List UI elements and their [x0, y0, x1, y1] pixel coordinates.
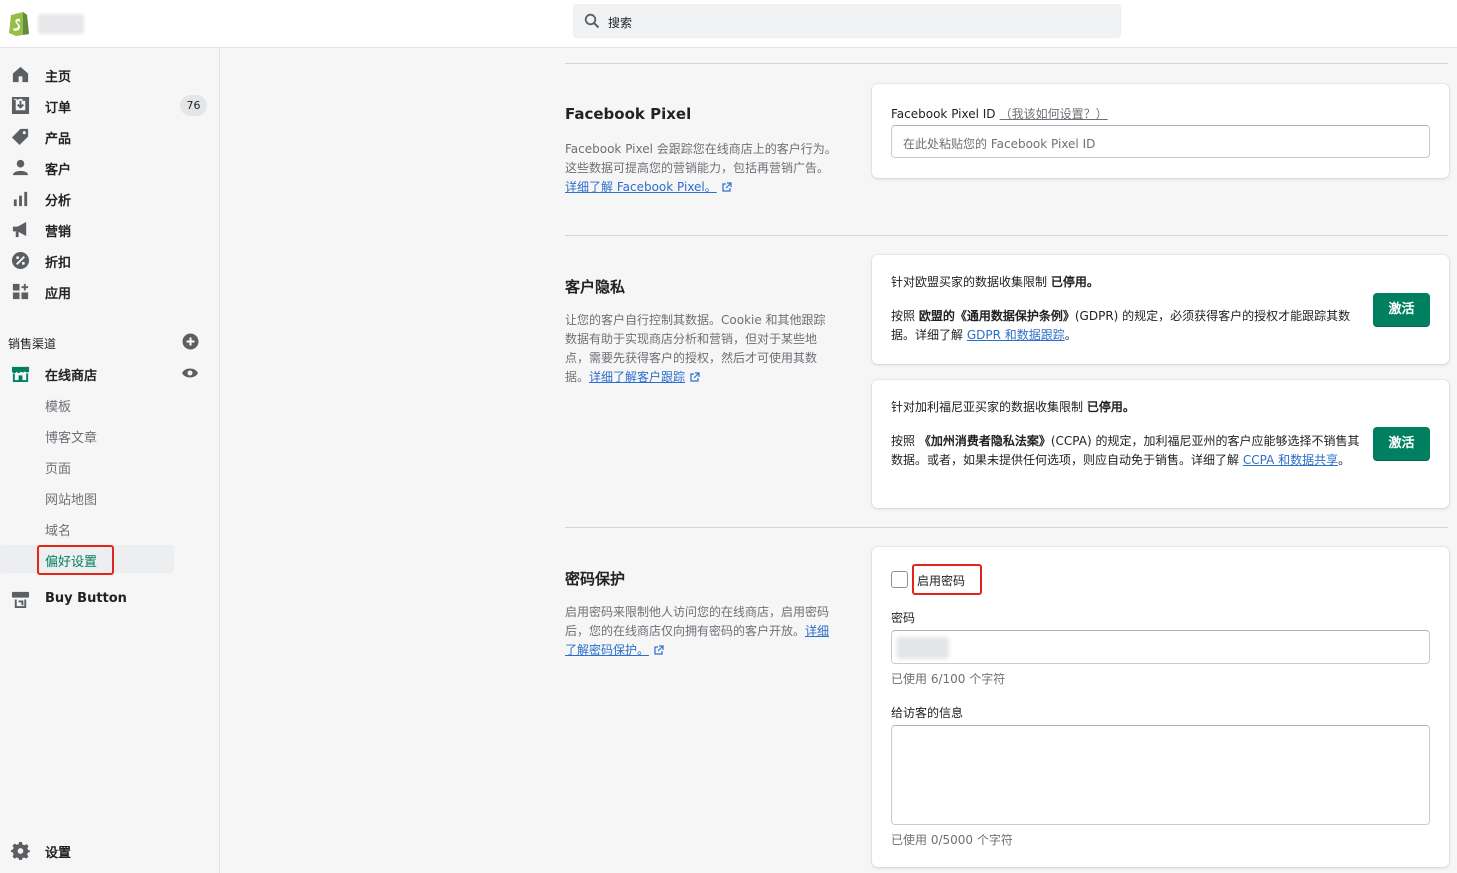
- sidebar-item-marketing[interactable]: 营销: [0, 214, 220, 244]
- discount-icon: [11, 251, 30, 270]
- pixel-id-input[interactable]: 在此处粘贴您的 Facebook Pixel ID: [891, 125, 1430, 158]
- search-input[interactable]: 搜索: [608, 14, 632, 31]
- store-icon: [11, 366, 30, 383]
- top-bar: 搜索: [0, 0, 1457, 48]
- sidebar-item-orders[interactable]: 订单 76: [0, 90, 220, 120]
- sidebar-item-label: 订单: [45, 101, 72, 116]
- sidebar-subitem-domains[interactable]: 域名: [0, 514, 220, 542]
- password-value-blurred: [897, 637, 949, 659]
- password-card: 启用密码 密码 已使用 6/100 个字符 给访客的信息 已使用 0/5000 …: [872, 547, 1449, 867]
- sidebar-item-products[interactable]: 产品: [0, 121, 220, 151]
- password-protection-description: 启用密码来限制他人访问您的在线商店，启用密码后，您的在线商店仅向拥有密码的客户开…: [565, 605, 830, 657]
- external-link-icon: [654, 645, 664, 655]
- ccpa-body: 按照 《加州消费者隐私法案》(CCPA) 的规定，加利福尼亚州的客户应能够选择不…: [891, 434, 1360, 467]
- megaphone-icon: [12, 221, 27, 238]
- eye-icon[interactable]: [181, 366, 199, 380]
- gdpr-card: 针对欧盟买家的数据收集限制 已停用。 按照 欧盟的《通用数据保护条例》(GDPR…: [872, 255, 1449, 364]
- tag-icon: [11, 128, 29, 146]
- orders-count-badge: 76: [180, 95, 207, 116]
- sidebar-item-label: 客户: [45, 163, 72, 178]
- facebook-pixel-card: Facebook Pixel ID （我该如何设置？） 在此处粘贴您的 Faceb…: [872, 84, 1449, 178]
- activate-gdpr-button[interactable]: 激活: [1373, 293, 1430, 327]
- buy-button-icon: [11, 591, 30, 609]
- enable-password-checkbox[interactable]: [891, 571, 908, 588]
- sidebar-item-apps[interactable]: 应用: [0, 276, 220, 306]
- sidebar-item-label: 主页: [45, 70, 72, 85]
- search-icon: [584, 13, 600, 29]
- sidebar-item-label: Buy Button: [45, 591, 127, 606]
- ccpa-status: 已停用。: [1086, 400, 1135, 414]
- gdpr-status: 已停用。: [1050, 275, 1099, 289]
- ccpa-link[interactable]: CCPA 和数据共享: [1243, 453, 1338, 467]
- facebook-pixel-description: Facebook Pixel 会跟踪您在线商店上的客户行为。这些数据可提高您的营…: [565, 142, 837, 194]
- pixel-id-label: Facebook Pixel ID （我该如何设置？）: [891, 107, 1108, 121]
- sidebar-item-settings[interactable]: 设置: [0, 835, 220, 865]
- activate-ccpa-button[interactable]: 激活: [1373, 427, 1430, 461]
- privacy-learn-more-link[interactable]: 详细了解客户跟踪: [589, 370, 685, 384]
- facebook-pixel-title: Facebook Pixel: [565, 105, 692, 123]
- sidebar-item-label: 折扣: [45, 256, 72, 271]
- store-name-blurred[interactable]: [38, 14, 84, 34]
- preferences-highlight-box: [37, 545, 114, 575]
- ccpa-heading: 针对加利福尼亚买家的数据收集限制 已停用。: [891, 400, 1135, 414]
- sidebar-item-discounts[interactable]: 折扣: [0, 245, 220, 275]
- person-icon: [12, 159, 29, 176]
- sidebar-item-label: 在线商店: [45, 369, 98, 384]
- sidebar-item-label: 分析: [45, 194, 72, 209]
- sidebar-subitem-pages[interactable]: 页面: [0, 452, 220, 480]
- section-divider: [565, 63, 1448, 64]
- customer-privacy-title: 客户隐私: [565, 278, 626, 296]
- sidebar-subitem-blog-posts[interactable]: 博客文章: [0, 421, 220, 449]
- visitor-message-textarea[interactable]: [891, 725, 1430, 825]
- visitor-message-label: 给访客的信息: [891, 706, 964, 720]
- search-bar[interactable]: 搜索: [573, 4, 1121, 38]
- apps-icon: [12, 283, 29, 300]
- sidebar-item-analytics[interactable]: 分析: [0, 183, 220, 213]
- password-field-label: 密码: [891, 611, 916, 625]
- sidebar-item-customers[interactable]: 客户: [0, 152, 220, 182]
- sidebar-subitem-navigation[interactable]: 网站地图: [0, 483, 220, 511]
- customer-privacy-description: 让您的客户自行控制其数据。Cookie 和其他跟踪数据有助于实现商店分析和营销，…: [565, 313, 826, 384]
- gear-icon: [11, 841, 30, 860]
- pixel-howto-link[interactable]: （我该如何设置？）: [1000, 107, 1108, 121]
- password-protection-title: 密码保护: [565, 570, 626, 588]
- home-icon: [12, 66, 29, 83]
- external-link-icon: [690, 372, 700, 382]
- sidebar-item-label: 营销: [45, 225, 72, 240]
- sidebar-item-label: 设置: [45, 846, 72, 861]
- password-char-count: 已使用 6/100 个字符: [891, 672, 1006, 686]
- message-char-count: 已使用 0/5000 个字符: [891, 833, 1013, 847]
- shopify-logo-icon[interactable]: [8, 10, 30, 36]
- orders-icon: [11, 96, 30, 115]
- gdpr-link[interactable]: GDPR 和数据跟踪: [967, 328, 1065, 342]
- gdpr-body: 按照 欧盟的《通用数据保护条例》(GDPR) 的规定，必须获得客户的授权才能跟踪…: [891, 309, 1351, 342]
- gdpr-heading: 针对欧盟买家的数据收集限制 已停用。: [891, 275, 1099, 289]
- add-channel-icon[interactable]: [182, 333, 199, 350]
- facebook-learn-more-link[interactable]: 详细了解 Facebook Pixel。: [565, 180, 717, 194]
- section-divider: [565, 527, 1448, 528]
- bar-chart-icon: [13, 191, 28, 207]
- sidebar: 主页 订单 76 产品 客户 分析 营销 折扣 应用 销售渠道 在线商店 模板 …: [0, 48, 220, 873]
- sidebar-item-home[interactable]: 主页: [0, 59, 220, 89]
- sidebar-subitem-themes[interactable]: 模板: [0, 390, 220, 418]
- password-input[interactable]: [891, 630, 1430, 664]
- sidebar-item-label: 应用: [45, 287, 72, 302]
- enable-password-highlight-box: [912, 564, 982, 595]
- external-link-icon: [722, 182, 732, 192]
- sidebar-item-online-store[interactable]: 在线商店: [0, 358, 220, 388]
- sidebar-item-label: 产品: [45, 132, 72, 147]
- sidebar-item-buy-button[interactable]: Buy Button: [0, 584, 220, 614]
- ccpa-card: 针对加利福尼亚买家的数据收集限制 已停用。 按照 《加州消费者隐私法案》(CCP…: [872, 380, 1449, 508]
- section-divider: [565, 235, 1448, 236]
- sales-channels-heading: 销售渠道: [8, 337, 57, 351]
